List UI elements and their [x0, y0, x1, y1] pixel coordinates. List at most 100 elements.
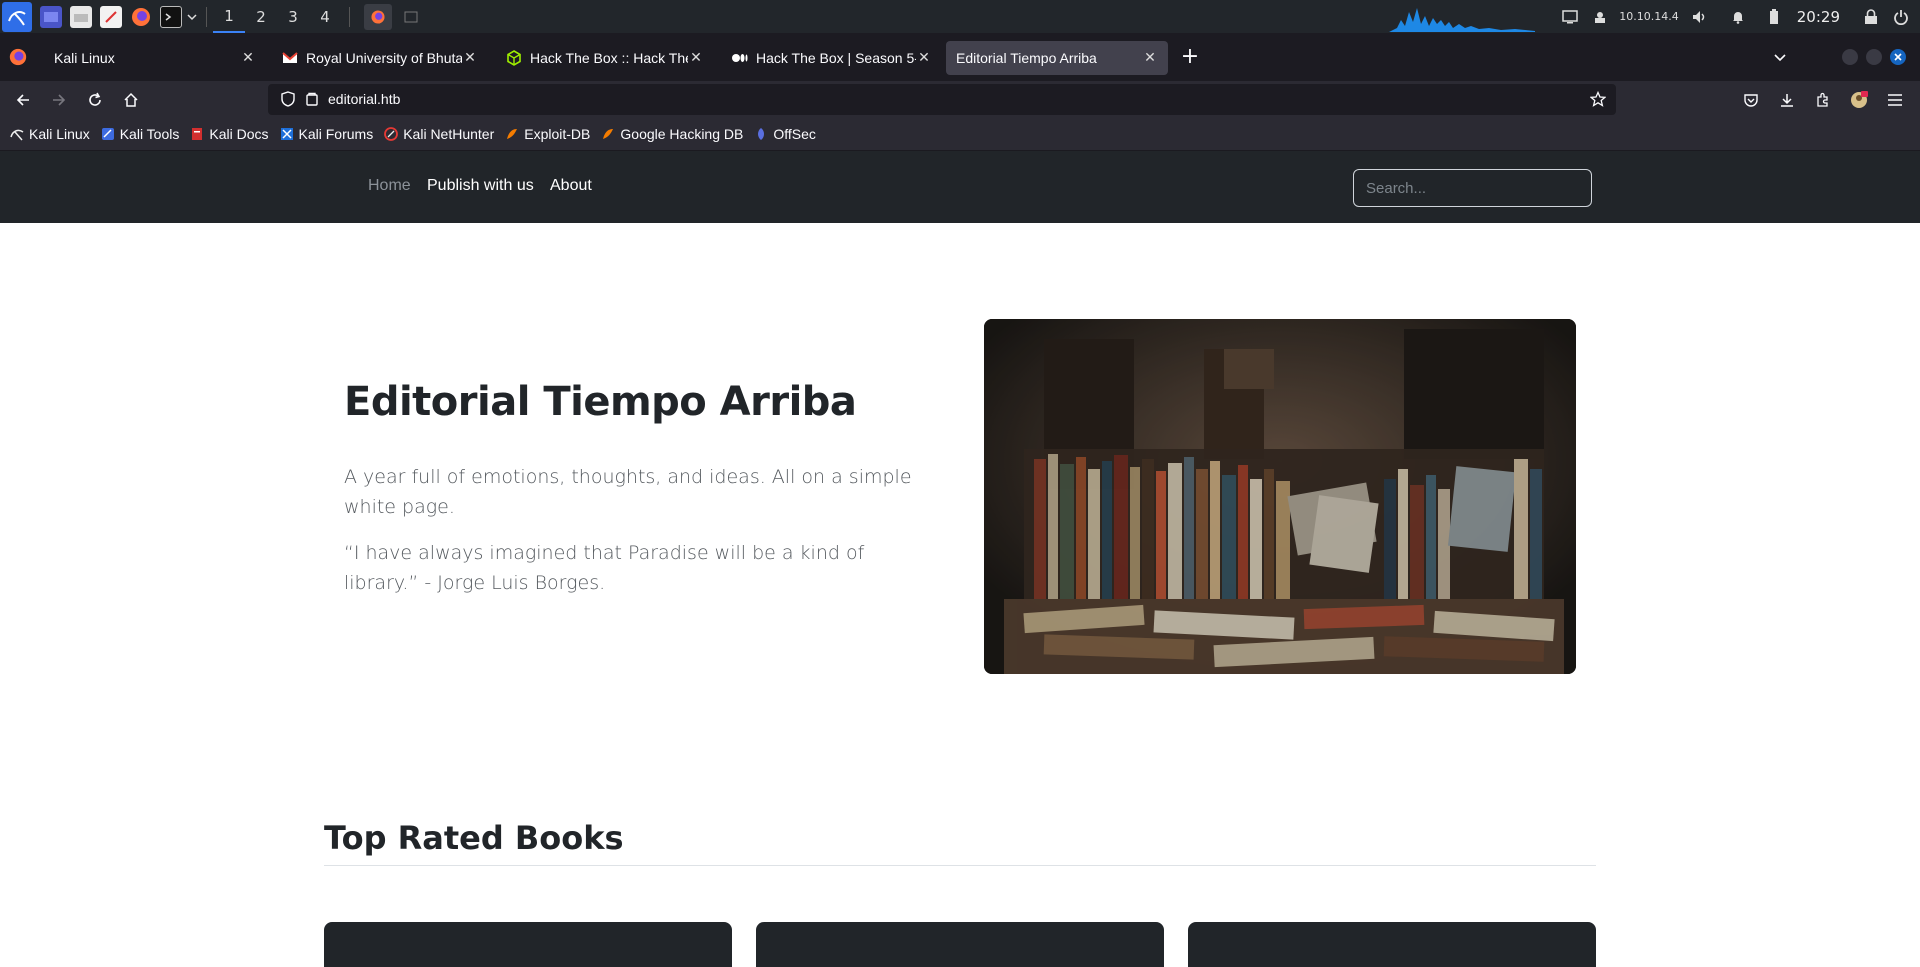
notification-bell-icon[interactable]: [1727, 6, 1749, 28]
bookmark-star-icon[interactable]: [1589, 90, 1607, 107]
back-button[interactable]: [9, 86, 37, 114]
tab-hack-the-box[interactable]: Hack The Box :: Hack The Box ✕: [496, 41, 714, 75]
new-tab-button[interactable]: +: [1178, 45, 1202, 69]
exploit-db-icon: [507, 129, 518, 139]
tab-title: Editorial Tiempo Arriba: [956, 50, 1097, 66]
forward-button[interactable]: [45, 86, 73, 114]
power-icon[interactable]: [1890, 6, 1912, 28]
account-avatar-icon[interactable]: [1848, 89, 1870, 111]
bookmark-kali-tools[interactable]: Kali Tools: [101, 126, 180, 142]
nav-publish-link[interactable]: Publish with us: [427, 177, 534, 195]
hero-quote: “I have always imagined that Paradise wi…: [344, 542, 865, 594]
page-info-icon[interactable]: [304, 91, 320, 107]
minimize-button[interactable]: [1842, 49, 1858, 65]
downloads-icon[interactable]: [1776, 89, 1798, 111]
workspace-3[interactable]: 3: [277, 0, 309, 33]
kali-docs-icon: [192, 128, 203, 140]
divider: [324, 865, 1596, 866]
offsec-icon: [758, 128, 765, 140]
tab-bar: Kali Linux ✕ Royal University of Bhutan …: [0, 33, 1920, 81]
nav-home-link[interactable]: Home: [368, 177, 411, 195]
firefox-window-icon[interactable]: [364, 3, 392, 30]
maximize-button[interactable]: [1866, 49, 1882, 65]
kali-forums-icon: [280, 128, 293, 140]
nav-about-link[interactable]: About: [550, 177, 592, 195]
shield-icon[interactable]: [280, 91, 296, 107]
workspace-2[interactable]: 2: [245, 0, 277, 33]
hero-title: Editorial Tiempo Arriba: [344, 379, 857, 425]
bookmark-label: Kali Tools: [119, 126, 180, 142]
reload-button[interactable]: [81, 86, 109, 114]
bookmark-google-hacking-db[interactable]: Google Hacking DB: [601, 126, 743, 142]
divider: [206, 6, 207, 27]
url-text[interactable]: editorial.htb: [328, 91, 400, 107]
kali-tools-icon: [101, 128, 114, 140]
web-page: Home Publish with us About Editorial Tie…: [0, 151, 1920, 967]
url-bar[interactable]: editorial.htb: [268, 84, 1616, 115]
bookshelf-photo: [984, 319, 1576, 674]
book-card[interactable]: [324, 922, 732, 967]
book-card[interactable]: [756, 922, 1164, 967]
bookmark-kali-linux[interactable]: Kali Linux: [10, 126, 90, 142]
bookmark-exploit-db[interactable]: Exploit-DB: [505, 126, 590, 142]
divider: [349, 6, 350, 27]
tab-kali-linux[interactable]: Kali Linux ✕: [44, 41, 266, 75]
tab-title: Hack The Box | Season 5-E: [756, 50, 916, 66]
bookmark-offsec[interactable]: OffSec: [754, 126, 816, 142]
window-icon[interactable]: [400, 6, 422, 28]
bookmark-label: OffSec: [773, 126, 816, 142]
vpn-icon[interactable]: [1589, 6, 1611, 28]
chevron-down-icon[interactable]: [186, 6, 198, 28]
bookmark-kali-forums[interactable]: Kali Forums: [280, 126, 374, 142]
close-icon[interactable]: ✕: [240, 50, 256, 66]
tab-editorial-tiempo-arriba[interactable]: Editorial Tiempo Arriba ✕: [946, 41, 1168, 75]
tab-title: Hack The Box :: Hack The Box: [530, 50, 688, 66]
tab-royal-university[interactable]: Royal University of Bhutan ✕: [272, 41, 488, 75]
close-icon[interactable]: ✕: [916, 50, 932, 66]
close-icon[interactable]: ✕: [688, 50, 704, 66]
display-icon[interactable]: [1559, 6, 1581, 28]
bookmarks-toolbar: Kali Linux Kali Tools Kali Docs Kali For…: [0, 118, 1920, 151]
workspace-1[interactable]: 1: [213, 0, 245, 33]
desktop-icon[interactable]: [40, 5, 62, 28]
bookmark-label: Kali NetHunter: [403, 126, 495, 142]
bookmark-kali-docs[interactable]: Kali Docs: [190, 126, 269, 142]
search-input[interactable]: [1353, 169, 1592, 207]
clock[interactable]: 20:29: [1797, 8, 1840, 26]
hero-tagline: A year full of emotions, thoughts, and i…: [344, 466, 912, 518]
kali-menu-icon[interactable]: [2, 1, 32, 32]
pocket-icon[interactable]: [1740, 89, 1762, 111]
bookmark-label: Kali Forums: [298, 126, 374, 142]
home-button[interactable]: [117, 86, 145, 114]
nethunter-icon: [384, 127, 399, 141]
bookmark-kali-nethunter[interactable]: Kali NetHunter: [384, 126, 494, 142]
volume-icon[interactable]: [1689, 6, 1711, 28]
medium-icon: [732, 50, 748, 66]
tab-title: Kali Linux: [54, 50, 115, 66]
bookmark-label: Kali Docs: [209, 126, 269, 142]
bookmark-label: Kali Linux: [29, 126, 90, 142]
tab-hack-the-box-season[interactable]: Hack The Box | Season 5-E ✕: [722, 41, 942, 75]
ip-address: 10.10.14.4: [1619, 10, 1679, 23]
gmail-icon: [282, 50, 298, 66]
hamburger-menu-icon[interactable]: [1884, 89, 1906, 111]
terminal-icon[interactable]: [160, 5, 182, 28]
text-editor-icon[interactable]: [100, 5, 122, 28]
lock-screen-icon[interactable]: [1860, 6, 1882, 28]
taskbar: 1 2 3 4 10.10.14.4 20:29: [0, 0, 1920, 33]
site-navbar: Home Publish with us About: [0, 151, 1920, 223]
close-window-button[interactable]: [1890, 49, 1906, 65]
top-rated-books-title: Top Rated Books: [324, 819, 624, 857]
bookmark-label: Exploit-DB: [524, 126, 591, 142]
book-card[interactable]: [1188, 922, 1596, 967]
battery-icon[interactable]: [1763, 6, 1785, 28]
close-icon[interactable]: ✕: [462, 50, 478, 66]
firefox-view-icon[interactable]: [8, 47, 30, 69]
close-icon[interactable]: ✕: [1142, 50, 1158, 66]
extensions-icon[interactable]: [1812, 89, 1834, 111]
chevron-down-icon[interactable]: [1768, 45, 1792, 69]
file-manager-icon[interactable]: [70, 5, 92, 28]
kali-dragon-icon: [10, 129, 24, 141]
firefox-launcher-icon[interactable]: [130, 6, 152, 28]
workspace-4[interactable]: 4: [309, 0, 341, 33]
